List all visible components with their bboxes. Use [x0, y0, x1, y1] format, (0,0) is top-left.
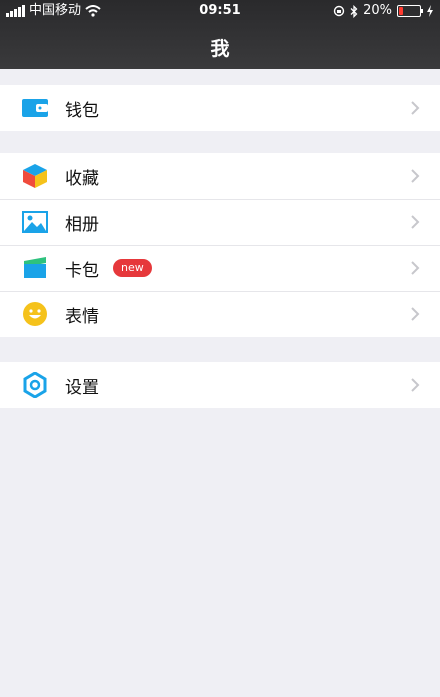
menu-item-favorites[interactable]: 收藏 — [0, 153, 440, 199]
battery-icon — [397, 5, 423, 17]
chevron-right-icon — [411, 307, 420, 321]
chevron-right-icon — [411, 169, 420, 183]
menu-item-settings[interactable]: 设置 — [0, 362, 440, 408]
menu-item-album[interactable]: 相册 — [0, 199, 440, 245]
status-bar: 中国移动 09:51 20% — [0, 0, 440, 22]
menu-item-wallet[interactable]: 钱包 — [0, 85, 440, 131]
battery-percent: 20% — [363, 3, 392, 18]
chevron-right-icon — [411, 215, 420, 229]
features-group: 收藏 相册 卡包 new 表情 — [0, 153, 440, 337]
charging-icon — [427, 5, 433, 17]
menu-item-label: 表情 — [65, 306, 99, 327]
menu-item-label: 设置 — [65, 377, 99, 398]
bluetooth-icon — [350, 4, 358, 18]
new-badge: new — [113, 259, 152, 277]
menu-item-card-pack[interactable]: 卡包 new — [0, 245, 440, 291]
menu-item-label: 钱包 — [65, 100, 99, 121]
menu-item-label: 卡包 — [65, 260, 99, 281]
album-photo-icon — [22, 209, 48, 235]
orientation-lock-icon — [333, 5, 345, 17]
chevron-right-icon — [411, 101, 420, 115]
battery-fill — [399, 7, 403, 15]
card-pack-icon — [22, 255, 48, 281]
chevron-right-icon — [411, 261, 420, 275]
page-title: 我 — [210, 38, 230, 60]
chevron-right-icon — [411, 378, 420, 392]
settings-group: 设置 — [0, 362, 440, 408]
menu-item-label: 相册 — [65, 214, 99, 235]
wallet-icon — [22, 95, 48, 121]
favorites-cube-icon — [22, 163, 48, 189]
top-bar: 中国移动 09:51 20% 我 — [0, 0, 440, 69]
smiley-icon — [22, 301, 48, 327]
settings-gear-icon — [22, 372, 48, 398]
wallet-group: 钱包 — [0, 85, 440, 131]
menu-item-stickers[interactable]: 表情 — [0, 291, 440, 337]
menu-item-label: 收藏 — [65, 168, 99, 189]
